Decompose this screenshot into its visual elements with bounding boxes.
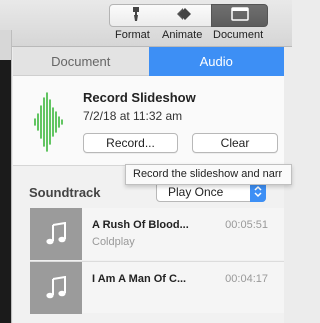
tab-audio[interactable]: Audio (148, 47, 284, 76)
soundtrack-label: Soundtrack (29, 185, 101, 200)
diamond-icon (174, 6, 196, 25)
track-duration: 00:05:51 (225, 219, 268, 231)
record-button[interactable]: Record... (83, 133, 178, 153)
document-label: Document (213, 29, 264, 41)
record-title: Record Slideshow (83, 90, 196, 105)
soundtrack-mode-value: Play Once (168, 185, 224, 199)
track-row[interactable]: A Rush Of Blood... Coldplay 00:05:51 (30, 208, 284, 260)
slide-canvas (0, 60, 11, 323)
music-note-icon (46, 222, 66, 245)
format-label: Format (115, 29, 150, 41)
record-date: 7/2/18 at 11:32 am (83, 109, 183, 123)
inspector-tabs: Document Audio (13, 47, 284, 76)
clear-button[interactable]: Clear (192, 133, 278, 153)
document-button[interactable] (211, 4, 268, 27)
tab-document[interactable]: Document (13, 47, 149, 76)
track-title: A Rush Of Blood... (92, 219, 189, 231)
album-art (30, 262, 82, 314)
paintbrush-icon (127, 6, 145, 25)
inspector-panel: Document Audio Record Slideshow 7/2/18 a… (13, 47, 284, 323)
track-title: I Am A Man Of C... (92, 273, 187, 285)
format-button[interactable] (109, 4, 162, 27)
record-tooltip: Record the slideshow and narr (125, 164, 292, 185)
animate-label: Animate (162, 29, 203, 41)
waveform-icon (34, 92, 63, 152)
music-note-icon (46, 276, 66, 299)
track-artist: Coldplay (92, 236, 135, 248)
track-duration: 00:04:17 (225, 273, 268, 285)
animate-button[interactable] (158, 4, 211, 27)
document-window-icon (230, 7, 249, 24)
record-slideshow-section: Record Slideshow 7/2/18 at 11:32 am Reco… (13, 76, 284, 166)
album-art (30, 208, 82, 260)
toolbar: Format Animate Document (0, 0, 292, 47)
track-row[interactable]: I Am A Man Of C... 00:04:17 (30, 261, 284, 314)
canvas-edge (0, 30, 12, 323)
